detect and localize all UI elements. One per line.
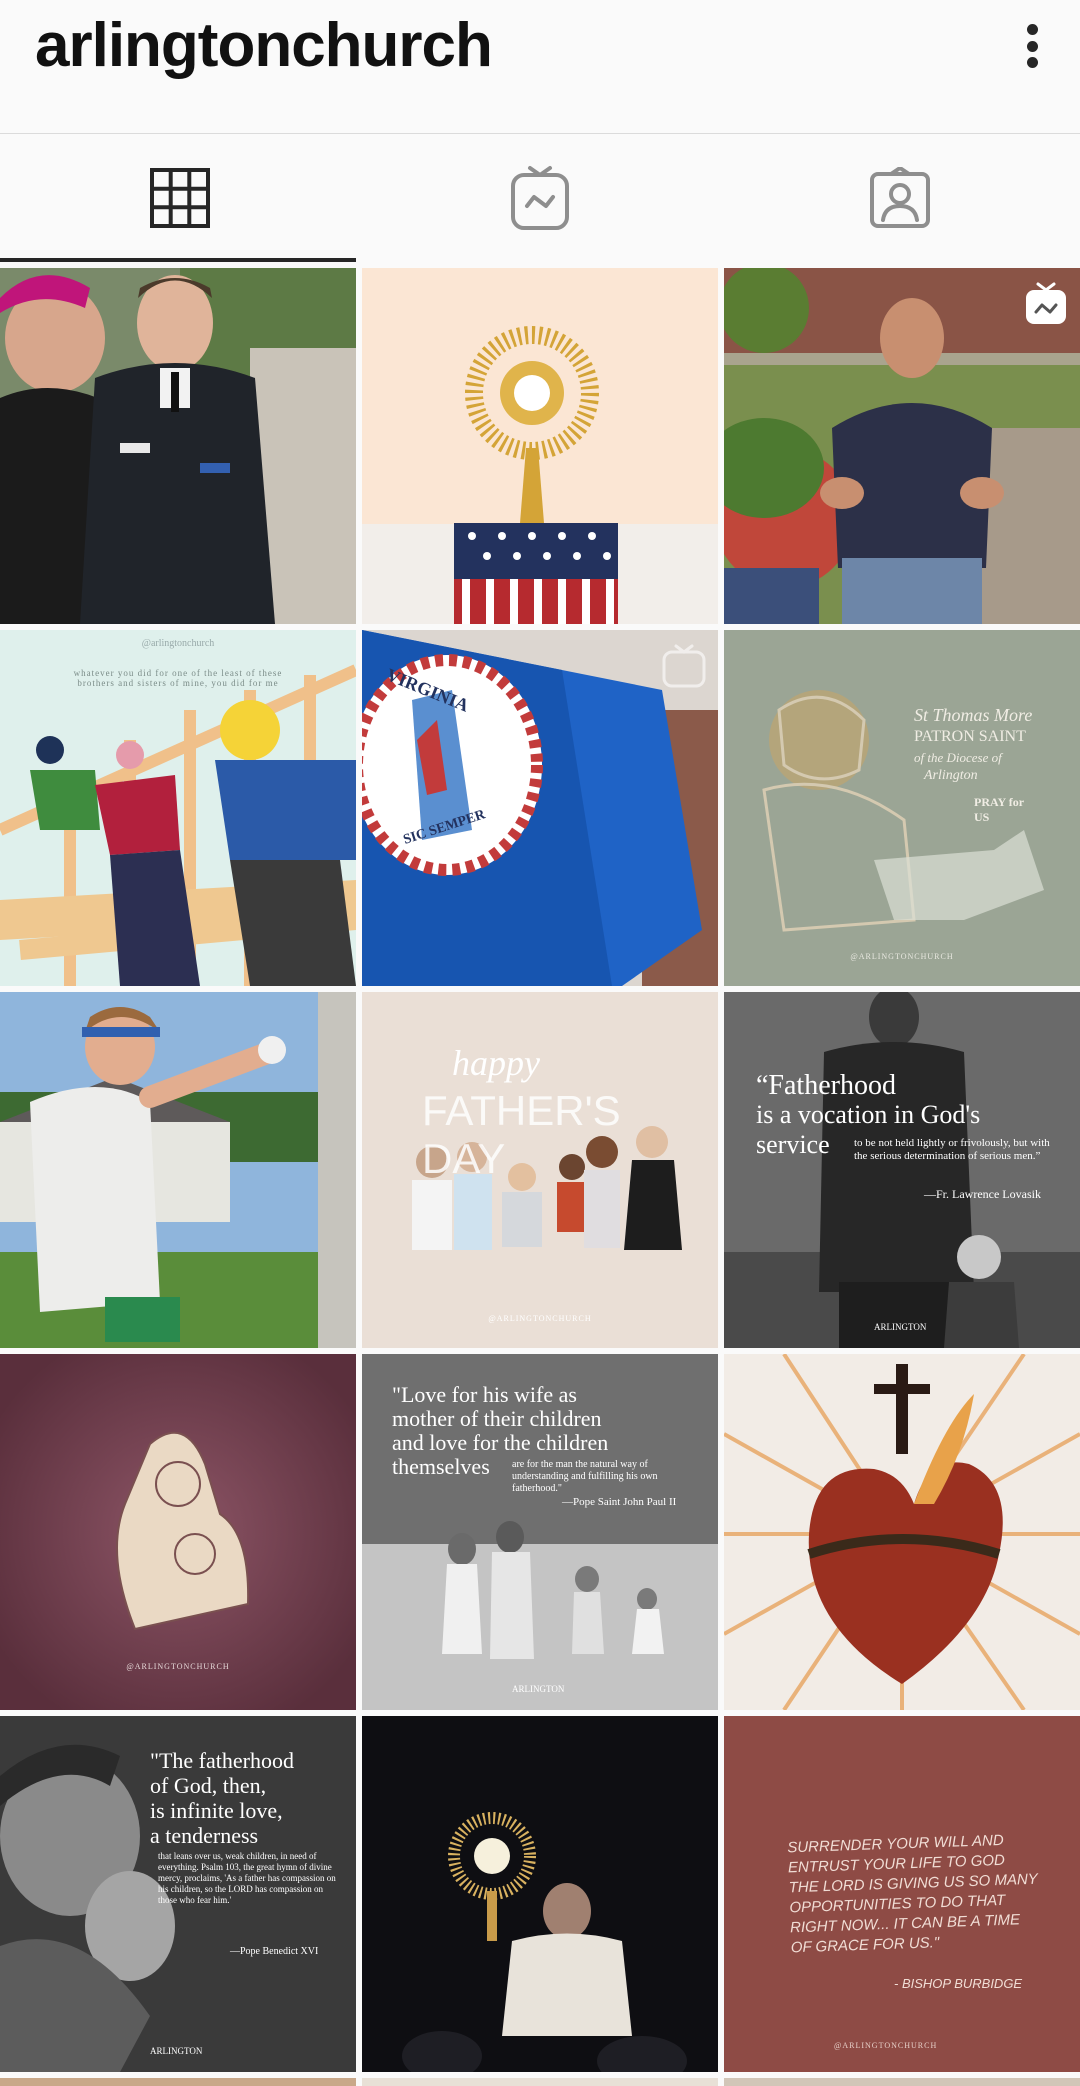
tab-tagged[interactable] (720, 134, 1080, 262)
profile-header: arlingtonchurch (0, 0, 1080, 134)
quote-small: to be not held lightly or frivolously, b… (854, 1137, 1050, 1162)
quote-line1: "The fatherhood (150, 1748, 294, 1773)
igtv-icon (511, 166, 569, 230)
tab-grid[interactable] (0, 134, 360, 262)
post-happy-text: happy (452, 1043, 540, 1083)
tab-igtv[interactable] (360, 134, 720, 262)
quote-line4: a tenderness (150, 1823, 259, 1848)
quote-line3: service (756, 1130, 830, 1159)
quote-small: are for the man the natural way of under… (512, 1459, 658, 1494)
post-priest-with-monstrance[interactable] (362, 1716, 718, 2072)
post-girl-painting[interactable] (0, 992, 356, 1348)
profile-username: arlingtonchurch (35, 11, 493, 80)
quote-line3: and love for the children (392, 1430, 609, 1455)
quote-attribution: —Pope Benedict XVI (230, 1946, 319, 1957)
quote-text: SURRENDER YOUR WILL AND ENTRUST YOUR LIF… (787, 1831, 1038, 1957)
post-handle: @ARLINGTONCHURCH (126, 1662, 230, 1671)
active-tab-indicator (0, 258, 356, 262)
post-title-line2: PATRON SAINT (914, 728, 1026, 745)
grid-icon (150, 168, 210, 228)
quote-small: that leans over us, weak children, in ne… (158, 1851, 336, 1905)
igtv-badge-icon (662, 644, 706, 688)
post-igtv-virginia-flag[interactable]: VIRGINIA SIC SEMPER (362, 630, 718, 986)
post-happy-fathers-day[interactable]: happy FATHER'S DAY @ARLINGTONCHURCH (362, 992, 718, 1348)
post-title-line4: Arlington (924, 768, 978, 783)
diocese-logo-text: ARLINGTON (874, 1322, 927, 1332)
post-handle: @ARLINGTONCHURCH (834, 2041, 938, 2050)
post-handle: @ARLINGTONCHURCH (488, 1314, 592, 1323)
post-illustration (0, 1354, 356, 1710)
post-photo (724, 992, 1080, 1348)
post-quote: whatever you did for one of the least of… (73, 668, 283, 688)
post-bishop-with-soldier[interactable] (0, 268, 356, 624)
post-fatherhood-of-god-quote[interactable]: "The fatherhood of God, then, is infinit… (0, 1716, 356, 2072)
post-handle: @arlingtonchurch (141, 638, 215, 649)
post-photo (362, 1716, 718, 2072)
post-title-line3: of the Diocese of (914, 750, 1002, 765)
post-fatherhood-vocation-quote[interactable]: “Fatherhood is a vocation in God's servi… (724, 992, 1080, 1348)
post-bishop-burbidge-quote[interactable]: SURRENDER YOUR WILL AND ENTRUST YOUR LIF… (724, 1716, 1080, 2072)
post-fathers-day-text: FATHER'S DAY (422, 1087, 621, 1182)
post-monstrance-flag[interactable] (362, 268, 718, 624)
post-illustration (724, 1354, 1080, 1710)
post-handle: @ARLINGTONCHURCH (850, 952, 954, 961)
post-illustration (362, 268, 718, 624)
post-st-thomas-more[interactable]: St Thomas More PATRON SAINT of the Dioce… (724, 630, 1080, 986)
post-illustration (724, 630, 1080, 986)
post-photo (0, 992, 356, 1348)
diocese-logo-text: ARLINGTON (512, 1684, 565, 1694)
quote-attribution: —Fr. Lawrence Lovasik (924, 1187, 1041, 1201)
post-habitat-builders[interactable]: @arlingtonchurch whatever you did for on… (0, 630, 356, 986)
post-pray-label: PRAY for US (974, 795, 1024, 824)
post-madonna-and-child[interactable]: @ARLINGTONCHURCH (0, 1354, 356, 1710)
more-options-icon[interactable] (1024, 24, 1040, 68)
quote-attribution: - BISHOP BURBIDGE (894, 1976, 1023, 1991)
quote-line1: “Fatherhood (756, 1070, 896, 1101)
quote-line4: themselves (392, 1454, 490, 1479)
tagged-icon (870, 167, 930, 228)
quote-attribution: —Pope Saint John Paul II (562, 1496, 677, 1508)
quote-line1: "Love for his wife as (392, 1382, 577, 1407)
igtv-badge-icon (1026, 282, 1066, 324)
post-igtv-man-talking[interactable] (724, 268, 1080, 624)
profile-tabs (0, 134, 1080, 262)
post-sacred-heart[interactable] (724, 1354, 1080, 1710)
post-love-for-wife-quote[interactable]: "Love for his wife as mother of their ch… (362, 1354, 718, 1710)
quote-line3: is infinite love, (150, 1798, 283, 1823)
diocese-logo-text: ARLINGTON (150, 2046, 203, 2056)
quote-line2: mother of their children (392, 1406, 602, 1431)
post-title-line1: St Thomas More (914, 705, 1033, 725)
quote-line2: of God, then, (150, 1773, 267, 1798)
quote-line2: is a vocation in God's (756, 1100, 981, 1129)
post-photo (0, 268, 356, 624)
